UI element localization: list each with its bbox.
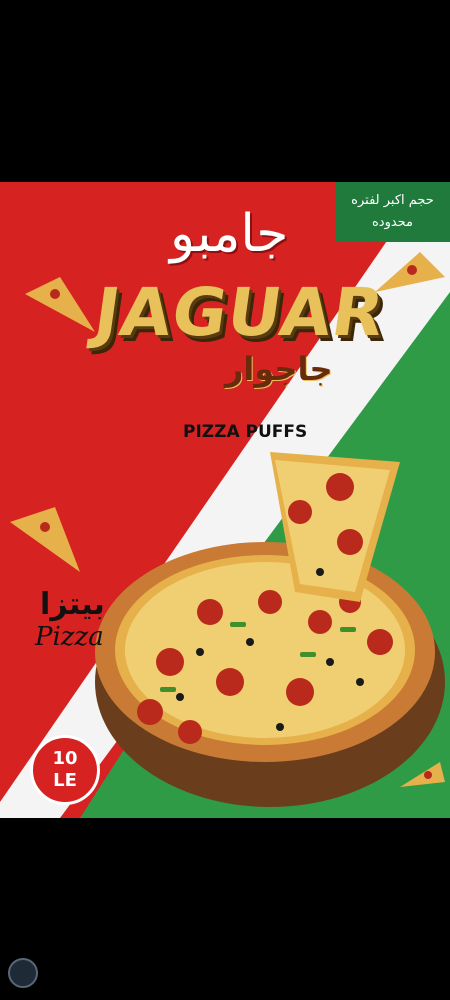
pizza-label-ar: بيتزا (40, 587, 105, 622)
poster: حجم اكبر لفتره محدوده جامبو JAGUAR جاجوا… (0, 182, 450, 818)
brand-logo-ar: جاجوار (225, 350, 333, 388)
jumbo-label: جامبو (170, 204, 289, 264)
pizza-label-en: Pizza (35, 622, 104, 652)
watermark-logo (8, 958, 38, 988)
price-badge: 10 LE (30, 735, 100, 805)
product-title: PIZZA PUFFS (183, 422, 308, 442)
promo-banner: حجم اكبر لفتره محدوده (335, 182, 450, 242)
brand-logo-en: JAGUAR (89, 274, 390, 351)
price-unit: LE (53, 770, 77, 791)
promo-line-2: محدوده (371, 215, 414, 230)
price-value: 10 (52, 748, 78, 769)
brand-logo: JAGUAR جاجوار (75, 264, 395, 424)
promo-line-1: حجم اكبر لفتره (351, 193, 434, 208)
